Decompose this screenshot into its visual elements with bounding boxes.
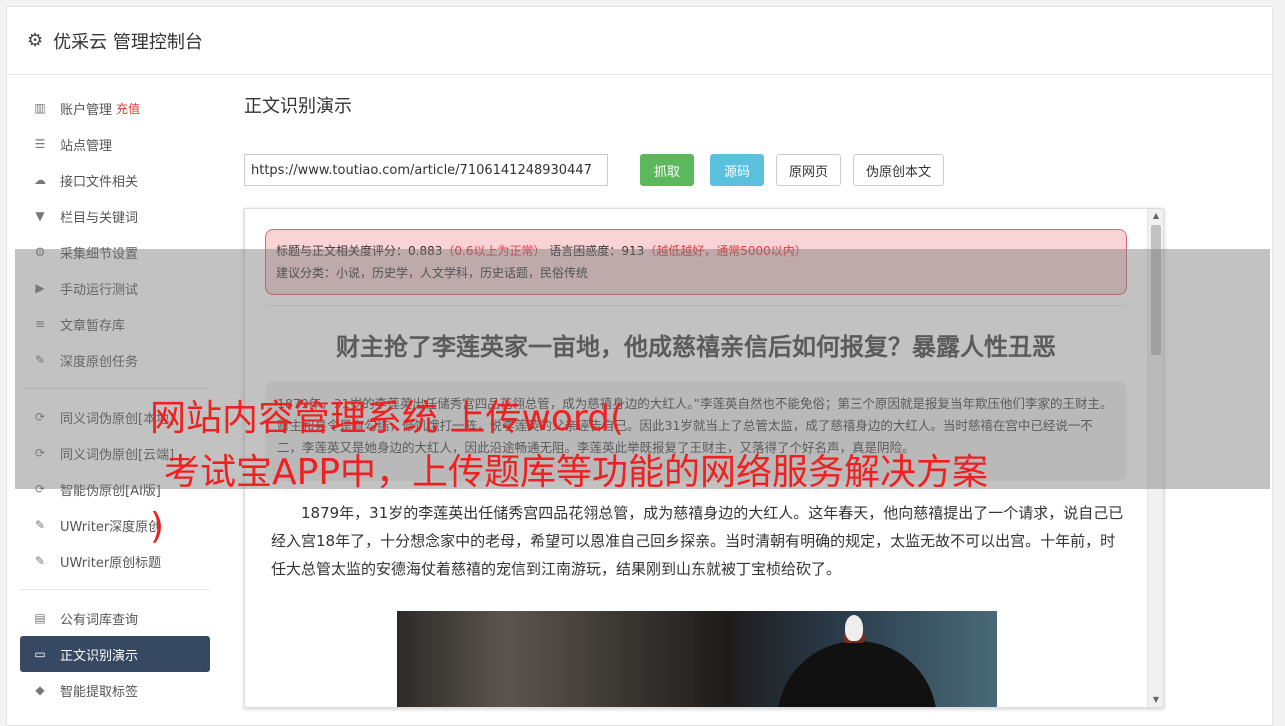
page-title: 正文识别演示 <box>244 96 352 117</box>
main-content: 正文识别演示 抓取 源码 原网页 伪原创本文 <box>244 92 1244 186</box>
url-input[interactable] <box>244 154 608 186</box>
perplexity-label: 语言困惑度： <box>549 244 622 258</box>
edit-icon: ✎ <box>34 554 46 568</box>
watermark-line-3: ) <box>150 506 165 547</box>
sidebar-item-manual-run[interactable]: ▶ 手动运行测试 <box>20 270 210 306</box>
sidebar-item-api-files[interactable]: ☁ 接口文件相关 <box>20 162 210 198</box>
sidebar-item-label: 采集细节设置 <box>60 246 139 262</box>
gear-icon: ⚙ <box>27 30 44 51</box>
perplexity-value: 913 <box>621 244 645 258</box>
sidebar-item-label: 智能伪原创[AI版] <box>60 483 161 499</box>
sidebar-item-columns-keywords[interactable]: ▼ 栏目与关键词 <box>20 198 210 234</box>
watermark-line-2: 考试宝APP中，上传题库等功能的网络服务解决方案 <box>164 452 989 493</box>
desktop-icon: ▭ <box>34 647 46 661</box>
perplexity-note: （越低越好，通常5000以内） <box>644 244 807 258</box>
sidebar-item-label: 接口文件相关 <box>60 174 139 190</box>
sidebar-item-article-store[interactable]: ≡ 文章暂存库 <box>20 306 210 342</box>
sidebar-item-account[interactable]: ▥ 账户管理 充值 <box>20 90 210 126</box>
sidebar-item-smart-tags[interactable]: ◆ 智能提取标签 <box>20 672 210 708</box>
recharge-badge[interactable]: 充值 <box>116 100 140 117</box>
cloud-upload-icon: ☁ <box>34 173 46 187</box>
sidebar-item-collect-settings[interactable]: ⚙ 采集细节设置 <box>20 234 210 270</box>
article-title: 财主抢了李莲英家一亩地，他成慈禧亲信后如何报复？暴露人性丑恶 <box>336 333 1056 361</box>
sidebar-item-label: 正文识别演示 <box>60 648 139 664</box>
sidebar-divider <box>20 388 210 389</box>
fetch-button[interactable]: 抓取 <box>640 154 694 186</box>
sidebar-item-label: 站点管理 <box>60 138 113 154</box>
refresh-icon: ⟳ <box>34 446 46 460</box>
sidebar-item-deep-original[interactable]: ✎ 深度原创任务 <box>20 342 210 378</box>
database-icon: ≡ <box>34 317 46 331</box>
source-button[interactable]: 源码 <box>710 154 764 186</box>
hat-top-shape <box>845 615 863 641</box>
score-note: （0.6以上为正常） <box>442 244 546 258</box>
watermark-text: 网站内容管理系统 上传word( 考试宝APP中，上传题库等功能的网络服务解决方… <box>150 392 1150 554</box>
sidebar-item-label: UWriter深度原创 <box>60 519 162 535</box>
refresh-icon: ⟳ <box>34 410 46 424</box>
app-title: 优采云 管理控制台 <box>53 31 203 53</box>
scroll-down-arrow-icon[interactable]: ▼ <box>1148 693 1163 707</box>
sidebar-divider <box>20 589 210 590</box>
refresh-icon: ⟳ <box>34 482 46 496</box>
score-value: 0.883 <box>408 244 443 258</box>
sidebar-item-label: 账户管理 <box>60 102 113 118</box>
play-icon: ▶ <box>35 281 45 295</box>
sidebar-item-text-recognition[interactable]: ▭ 正文识别演示 <box>20 636 210 672</box>
bar-chart-icon: ▥ <box>34 101 46 115</box>
score-label: 标题与正文相关度评分： <box>276 244 409 258</box>
sidebar-item-label: 深度原创任务 <box>60 354 139 370</box>
divider <box>265 305 1127 306</box>
article-image <box>397 611 997 707</box>
sidebar-item-label: 公有词库查询 <box>60 612 139 628</box>
score-box: 标题与正文相关度评分：0.883（0.6以上为正常） 语言困惑度：913（越低越… <box>265 229 1127 295</box>
edit-icon: ✎ <box>34 353 46 367</box>
sidebar-item-sites[interactable]: ☰ 站点管理 <box>20 126 210 162</box>
sidebar-item-label: UWriter原创标题 <box>60 555 162 571</box>
server-icon: ☰ <box>34 137 46 151</box>
url-toolbar: 抓取 源码 原网页 伪原创本文 <box>244 154 945 186</box>
tag-icon: ◆ <box>35 683 45 697</box>
gears-icon: ⚙ <box>34 245 46 259</box>
book-icon: ▤ <box>34 611 46 625</box>
sidebar-item-label: 文章暂存库 <box>60 318 126 334</box>
edit-icon: ✎ <box>34 518 46 532</box>
sidebar-item-label: 栏目与关键词 <box>60 210 139 226</box>
watermark-line-1: 网站内容管理系统 上传word( <box>150 398 624 439</box>
sidebar-item-label: 智能提取标签 <box>60 684 139 700</box>
filter-icon: ▼ <box>35 209 45 223</box>
scroll-thumb[interactable] <box>1151 225 1161 355</box>
original-page-button[interactable]: 原网页 <box>776 154 842 186</box>
sidebar-item-label: 手动运行测试 <box>60 282 139 298</box>
hat-shape <box>777 641 937 707</box>
category-text: 建议分类：小说，历史学，人文学科，历史话题，民俗传统 <box>276 266 589 280</box>
sidebar-item-public-lexicon[interactable]: ▤ 公有词库查询 <box>20 600 210 636</box>
top-bar: ⚙ 优采云 管理控制台 <box>7 7 1272 75</box>
scroll-up-arrow-icon[interactable]: ▲ <box>1148 209 1163 223</box>
pseudo-original-button[interactable]: 伪原创本文 <box>853 154 945 186</box>
